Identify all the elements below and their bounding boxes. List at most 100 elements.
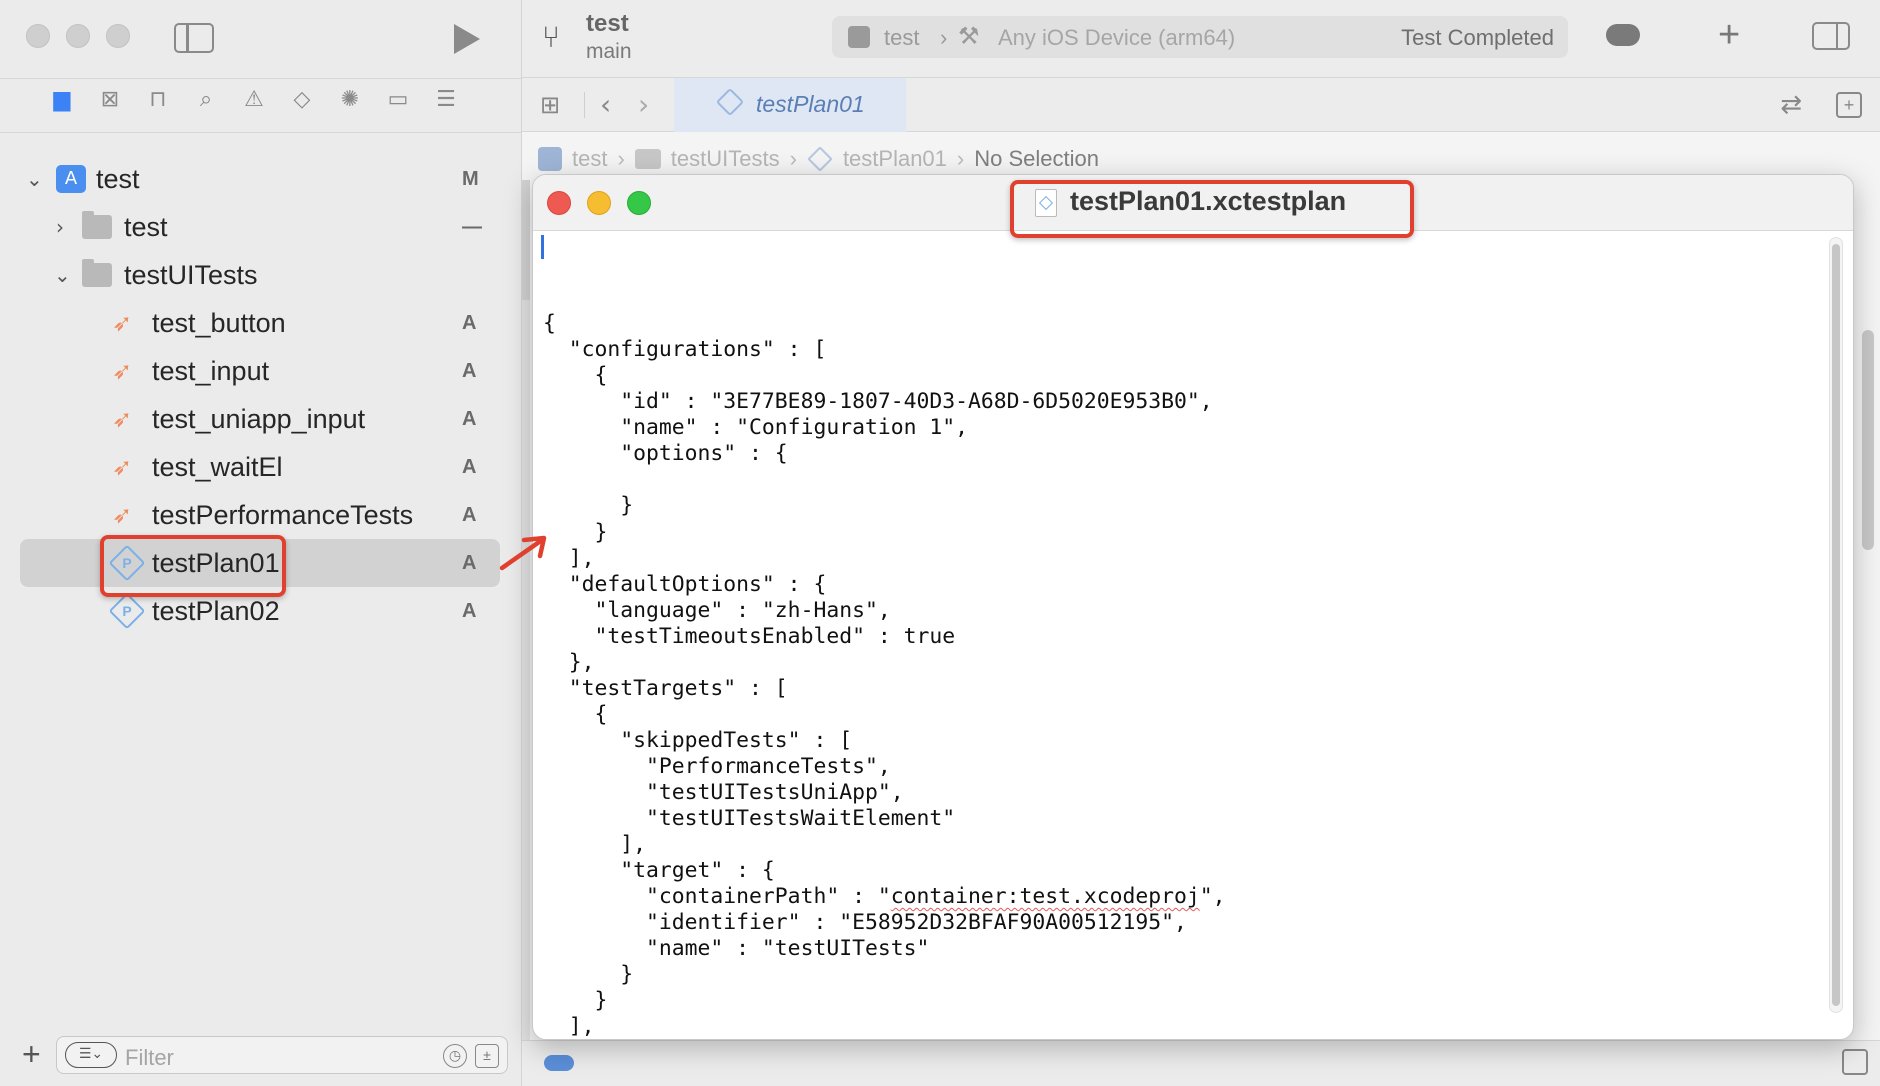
swift-file-icon: ➶ [112, 501, 133, 529]
vertical-scrollbar[interactable] [1829, 237, 1843, 1013]
editor-gutter [522, 180, 530, 1040]
tree-row-folder-test[interactable]: › test — [0, 203, 522, 251]
code-line: "testTimeoutsEnabled" : true [543, 623, 956, 649]
toggle-inspector-icon[interactable] [1812, 22, 1850, 50]
annotation-highlight-window-title [1010, 180, 1414, 238]
tree-row-file[interactable]: ➶ test_input A [0, 347, 522, 395]
branch-icon: ⑂ [542, 20, 560, 55]
tree-row-file[interactable]: ➶ test_waitEl A [0, 443, 522, 491]
swift-file-icon: ➶ [112, 357, 133, 385]
code-line: { [543, 363, 608, 389]
toggle-sidebar-icon[interactable] [174, 23, 214, 53]
find-icon[interactable]: ⌕ [194, 88, 218, 112]
code-line: "name" : "testUITests" [543, 936, 930, 962]
minimize-window-button[interactable] [587, 191, 611, 215]
hammer-icon: ⚒ [958, 22, 980, 50]
editor-scrollbar[interactable] [1862, 330, 1874, 550]
test-icon[interactable]: ◇ [290, 88, 314, 112]
run-button[interactable] [454, 24, 480, 54]
test-plan-icon [807, 146, 833, 172]
code-line: { [543, 311, 556, 337]
filter-field[interactable]: ☰⌄ Filter ◷ ± [56, 1036, 508, 1074]
debug-area-toggle-icon[interactable] [1842, 1049, 1868, 1075]
divider [0, 78, 521, 79]
swift-file-icon: ➶ [112, 309, 133, 337]
code-line: "containerPath" : "container:test.xcodep… [543, 884, 1226, 910]
tree-row-label: test [124, 211, 168, 242]
breadcrumb-item[interactable]: testUITests [671, 146, 780, 172]
code-line: } [543, 493, 634, 519]
test-plan-icon [715, 87, 745, 117]
tree-row-label: test_uniapp_input [152, 403, 366, 434]
scrollbar-thumb[interactable] [1832, 244, 1840, 1006]
add-editor-icon[interactable]: + [1836, 92, 1862, 118]
bookmark-icon[interactable]: ⊓ [146, 88, 170, 112]
swap-arrows-icon[interactable]: ⇄ [1780, 90, 1802, 120]
debug-icon[interactable]: ✺ [338, 88, 362, 112]
code-line: "testUITestsUniApp", [543, 779, 904, 805]
folder-icon[interactable]: ▆ [50, 88, 74, 112]
code-line: "testTargets" : [ [543, 675, 788, 701]
recent-files-icon[interactable]: ◷ [443, 1044, 467, 1068]
breadcrumb-item[interactable]: test [572, 146, 607, 172]
cloud-icon[interactable] [1606, 24, 1640, 46]
back-arrow-icon[interactable]: ‹ [600, 88, 611, 121]
zoom-window-button[interactable] [627, 191, 651, 215]
scheme-selector[interactable]: test [884, 25, 919, 51]
navigator-selector-bar: ▆ ⊠ ⊓ ⌕ ⚠ ◇ ✺ ▭ ☰ [50, 88, 458, 112]
navigator-filter-bar: + ☰⌄ Filter ◷ ± [0, 1024, 521, 1086]
code-line: ], [543, 832, 647, 858]
spelling-underline: container:test.xcodeproj [890, 884, 1200, 910]
tree-row-file[interactable]: ➶ test_uniapp_input A [0, 395, 522, 443]
status-badge: A [462, 551, 477, 574]
code-line: "target" : { [543, 858, 775, 884]
chevron-down-icon[interactable]: ⌄ [26, 167, 43, 191]
breakpoint-icon[interactable]: ▭ [386, 88, 410, 112]
report-icon[interactable]: ☰ [434, 88, 458, 112]
code-line: "name" : "Configuration 1", [543, 415, 968, 441]
close-window-button[interactable] [26, 24, 50, 48]
code-line: "id" : "3E77BE89-1807-40D3-A68D-6D5020E9… [543, 389, 1213, 415]
code-line: }, [543, 649, 595, 675]
tree-row-label: test_button [152, 307, 286, 338]
chevron-down-icon[interactable]: ⌄ [54, 263, 71, 287]
forward-arrow-icon[interactable]: › [638, 88, 649, 121]
filter-placeholder: Filter [125, 1045, 174, 1070]
tab-label: testPlan01 [756, 91, 865, 117]
chevron-right-icon: › [956, 146, 965, 171]
tree-row-file[interactable]: ➶ test_button A [0, 299, 522, 347]
chevron-right-icon[interactable]: › [56, 215, 64, 239]
library-plus-button[interactable]: + [1718, 14, 1740, 57]
tree-row-label: testUITests [124, 259, 258, 290]
destination-selector[interactable]: Any iOS Device (arm64) [998, 25, 1235, 51]
status-badge: — [462, 215, 482, 238]
tree-row-label: testPlan02 [152, 595, 280, 626]
related-items-grid-icon[interactable]: ⊞ [540, 92, 566, 118]
code-line: "defaultOptions" : { [543, 571, 827, 597]
close-window-button[interactable] [547, 191, 571, 215]
tab-testplan01[interactable]: testPlan01 [674, 78, 906, 132]
code-line: { [543, 701, 608, 727]
tree-row-project-test[interactable]: ⌄ A test M [0, 155, 522, 203]
status-badge: M [462, 167, 479, 190]
xctestplan-text-window: testPlan01.xctestplan { "configurations"… [532, 174, 1854, 1040]
toolbar-branch-name[interactable]: main [586, 40, 632, 64]
filter-options-icon[interactable]: ☰⌄ [65, 1042, 117, 1068]
add-file-button[interactable]: + [22, 1036, 41, 1073]
annotation-highlight-testplan01 [100, 535, 286, 597]
source-control-icon[interactable]: ⊠ [98, 88, 122, 112]
zoom-window-button[interactable] [106, 24, 130, 48]
issue-icon[interactable]: ⚠ [242, 88, 266, 112]
breadcrumb-selection[interactable]: No Selection [974, 146, 1099, 172]
tree-row-folder-testuitests[interactable]: ⌄ testUITests [0, 251, 522, 299]
code-line: "identifier" : "E58952D32BFAF90A00512195… [543, 910, 1187, 936]
breadcrumb-item[interactable]: testPlan01 [843, 146, 947, 172]
tree-row-label: test_input [152, 355, 270, 386]
tree-row-file[interactable]: ➶ testPerformanceTests A [0, 491, 522, 539]
folder-icon [82, 211, 112, 239]
test-plan-icon: P [108, 592, 146, 630]
json-text-content[interactable]: { "configurations" : [ { "id" : "3E77BE8… [541, 233, 1813, 1039]
source-control-filter-icon[interactable]: ± [475, 1044, 499, 1068]
breakpoints-toggle-icon[interactable] [544, 1055, 574, 1071]
minimize-window-button[interactable] [66, 24, 90, 48]
